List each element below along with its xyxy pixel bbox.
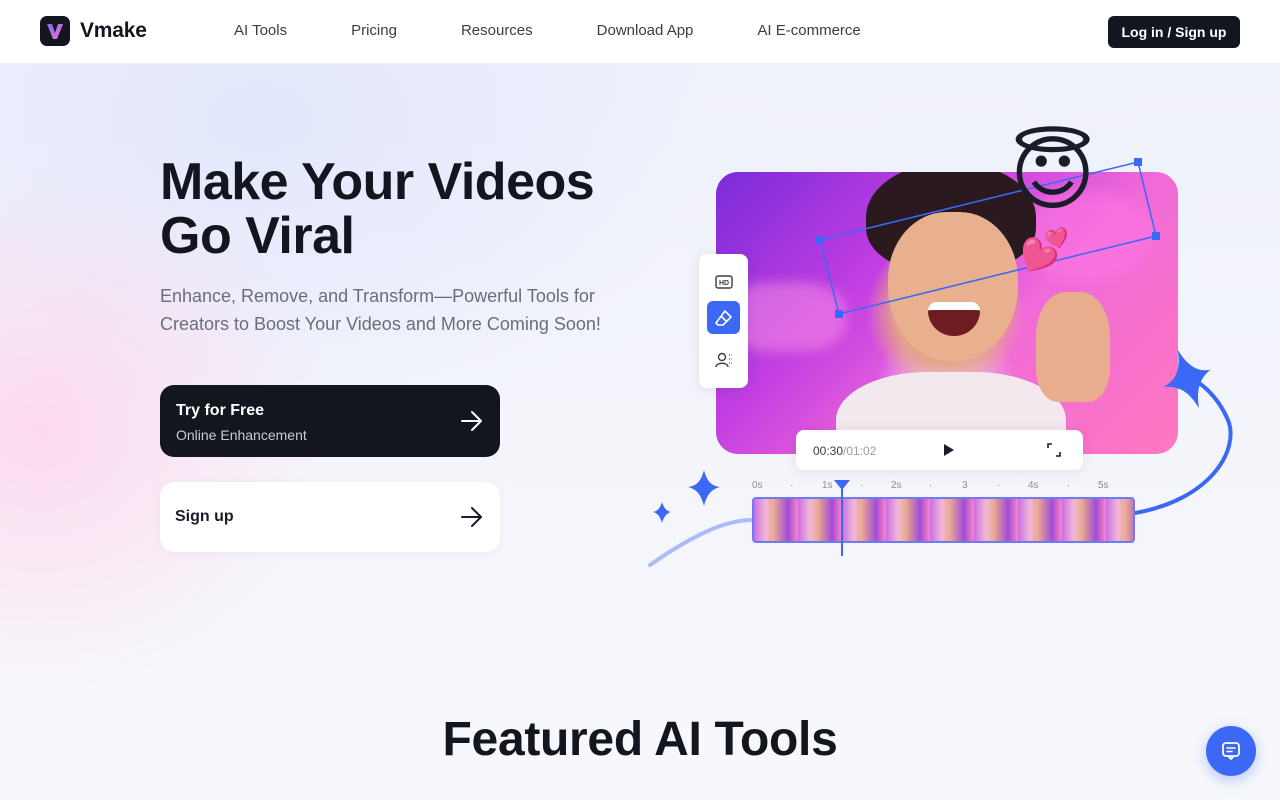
current-time: 00:30 bbox=[813, 444, 844, 458]
arrow-right-icon bbox=[461, 411, 482, 431]
arrow-right-icon bbox=[461, 507, 482, 527]
playhead[interactable] bbox=[841, 482, 843, 556]
nav-ai-tools[interactable]: AI Tools bbox=[234, 22, 287, 39]
login-signup-button[interactable]: Log in / Sign up bbox=[1108, 16, 1240, 48]
sign-up-button[interactable]: Sign up bbox=[160, 482, 500, 552]
hero-title-line-1: Make Your Videos bbox=[160, 153, 595, 211]
chat-support-button[interactable] bbox=[1206, 726, 1256, 776]
ruler-tick: · bbox=[929, 480, 933, 491]
hearts-sticker: 💕 bbox=[1020, 228, 1070, 272]
fullscreen-icon[interactable] bbox=[1047, 443, 1061, 457]
ruler-tick: 5s bbox=[1098, 480, 1109, 491]
hd-enhance-tool[interactable]: HD bbox=[707, 265, 740, 298]
try-for-free-label: Try for Free bbox=[176, 402, 265, 419]
ruler-tick: · bbox=[997, 480, 1001, 491]
playhead-handle[interactable] bbox=[834, 480, 850, 490]
ruler-tick: 0s bbox=[752, 480, 763, 491]
featured-ai-tools-heading: Featured AI Tools bbox=[442, 713, 838, 766]
ruler-tick: · bbox=[1067, 480, 1071, 491]
try-for-free-button[interactable]: Try for Free Online Enhancement bbox=[160, 385, 500, 457]
nav-pricing[interactable]: Pricing bbox=[351, 22, 397, 39]
chat-icon bbox=[1222, 742, 1240, 760]
brand-logo[interactable]: Vmake bbox=[40, 16, 147, 46]
halo-emoji-sticker: 😇 bbox=[1010, 129, 1096, 220]
nav-download-app[interactable]: Download App bbox=[597, 22, 694, 39]
person-remove-icon bbox=[714, 352, 732, 367]
ruler-tick: · bbox=[860, 480, 864, 491]
hero-subtitle: Enhance, Remove, and Transform—Powerful … bbox=[160, 286, 601, 334]
ruler-tick: 3 bbox=[962, 480, 968, 491]
video-player-controls: 00:30/01:02 bbox=[796, 430, 1083, 470]
site-header: Vmake AI Tools Pricing Resources Downloa… bbox=[0, 0, 1280, 64]
vmake-logo-icon bbox=[40, 16, 70, 46]
play-icon[interactable] bbox=[942, 442, 956, 458]
person-remove-tool[interactable] bbox=[707, 343, 740, 376]
editing-toolbar: HD bbox=[699, 254, 748, 388]
ruler-tick: 4s bbox=[1028, 480, 1039, 491]
ruler-tick: 1s bbox=[822, 480, 833, 491]
svg-text:HD: HD bbox=[718, 280, 728, 287]
hd-icon: HD bbox=[714, 274, 733, 289]
hero-title: Make Your Videos Go Viral bbox=[160, 155, 680, 263]
nav-resources[interactable]: Resources bbox=[461, 22, 533, 39]
total-time: 01:02 bbox=[846, 444, 877, 458]
ruler-tick: 2s bbox=[891, 480, 902, 491]
timeline-filmstrip[interactable] bbox=[752, 497, 1135, 543]
brand-name: Vmake bbox=[80, 19, 147, 42]
online-enhancement-label: Online Enhancement bbox=[176, 427, 307, 443]
playback-time: 00:30/01:02 bbox=[813, 444, 876, 458]
eraser-tool[interactable] bbox=[707, 301, 740, 334]
timeline-ruler: 0s · 1s · 2s · 3 · 4s · 5s bbox=[752, 480, 1136, 494]
ruler-tick: · bbox=[790, 480, 794, 491]
main-nav: AI Tools Pricing Resources Download App … bbox=[234, 22, 925, 39]
eraser-icon bbox=[714, 309, 732, 326]
hero-title-line-2: Go Viral bbox=[160, 207, 355, 265]
video-preview bbox=[716, 172, 1178, 454]
hero-preview: 😇 💕 HD 00:30/01:02 0s · 1s · 2s · 3 · 4s… bbox=[640, 120, 1260, 580]
nav-ai-ecommerce[interactable]: AI E-commerce bbox=[757, 22, 860, 39]
sign-up-label: Sign up bbox=[175, 508, 234, 525]
